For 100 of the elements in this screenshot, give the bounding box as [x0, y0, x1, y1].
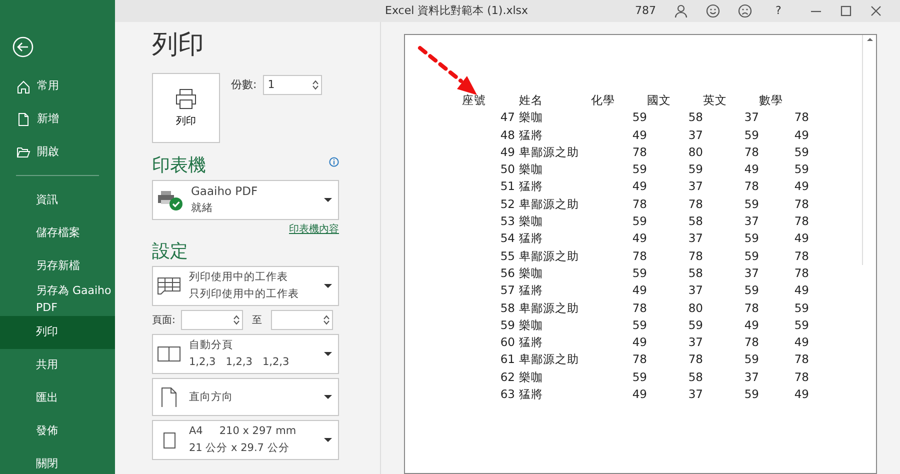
table-cell-text: 37: [687, 282, 703, 300]
setting-dropdown[interactable]: 自動分頁 1,2,3 1,2,3 1,2,3: [152, 334, 339, 374]
caret-icon: [324, 438, 332, 442]
spin-down-icon[interactable]: [233, 320, 240, 326]
table-cell: 49: [462, 144, 519, 162]
spin-down-icon[interactable]: [322, 320, 330, 326]
collate-icon: [157, 344, 181, 364]
printer-icon: [174, 88, 198, 110]
close-icon[interactable]: [870, 5, 882, 17]
sidebar-item[interactable]: 常用: [0, 70, 115, 103]
table-cell-text: 78: [793, 248, 809, 265]
sidebar-label: 新增: [37, 111, 59, 128]
table-cell-text: 37: [687, 334, 703, 352]
table-cell-text: 59: [793, 300, 809, 317]
sidebar-label: 開啟: [37, 144, 59, 160]
table-cell: 48: [462, 126, 519, 144]
table-cell-text: 59: [631, 161, 647, 178]
smile-icon[interactable]: [706, 4, 720, 18]
help-button[interactable]: ?: [776, 2, 782, 20]
window-title: Excel 資料比對範本 (1).xlsx: [385, 2, 530, 19]
table-cell-text: 49: [793, 178, 809, 196]
table-cell-text: 78: [743, 144, 759, 161]
table-cell-text: 37: [743, 213, 759, 230]
table-cell: 57: [462, 282, 519, 300]
copies-field[interactable]: 1: [262, 75, 322, 96]
sidebar-item[interactable]: 新增: [0, 103, 115, 136]
table-cell: 55: [462, 248, 519, 265]
table-cell-text: 59: [743, 386, 759, 404]
account-icon[interactable]: [674, 4, 688, 18]
table-cell-text: 59: [687, 161, 703, 178]
setting-dropdown[interactable]: 列印使用中的工作表 只列印使用中的工作表: [152, 266, 339, 306]
table-cell-text: 樂咖: [519, 161, 544, 178]
table-cell-text: 37: [687, 178, 703, 196]
sidebar-item[interactable]: 另存為 Gaaiho PDF: [0, 283, 115, 316]
table-cell-text: 49: [631, 230, 647, 248]
table-cell: 54: [462, 230, 519, 248]
printer-properties-link[interactable]: 印表機內容: [289, 222, 339, 238]
table-cell-text: 樂咖: [519, 109, 544, 126]
table-cell-text: 49: [631, 282, 647, 300]
table-cell: 56: [462, 264, 519, 282]
setting-dropdown[interactable]: A4 210 x 297 mm 21 公分 x 29.7 公分: [152, 420, 339, 460]
page-field[interactable]: [270, 310, 333, 330]
table-cell-text: 49: [793, 126, 809, 144]
table-cell-text: 58: [687, 213, 703, 230]
table-cell-text: 卑鄙源之助: [519, 196, 580, 213]
print-button[interactable]: 列印: [152, 73, 220, 144]
spin-up-icon[interactable]: [233, 315, 240, 320]
info-icon[interactable]: [329, 157, 339, 168]
printer-status-icon: [157, 189, 183, 212]
caret-icon: [324, 198, 332, 202]
table-cell-text: 78: [743, 178, 759, 196]
table-cell-text: 49: [631, 126, 647, 144]
spin-down-icon[interactable]: [312, 85, 319, 90]
spin-up-icon[interactable]: [322, 315, 330, 320]
setting-dropdown[interactable]: 直向方向: [152, 378, 339, 416]
table-cell: 52: [462, 196, 519, 214]
table-cell-text: 37: [687, 386, 703, 404]
table-cell-text: 59: [743, 248, 759, 265]
setting-subtext: 21 公分 x 29.7 公分: [189, 441, 290, 456]
printer-dropdown[interactable]: Gaaiho PDF 就緒: [152, 180, 339, 220]
table-cell-text: 80: [687, 144, 703, 161]
spin-up-icon[interactable]: [312, 80, 319, 86]
sidebar-label: 常用: [37, 78, 59, 94]
setting-text: 直向方向: [189, 390, 234, 405]
table-cell: 61: [462, 351, 519, 369]
scroll-up-icon[interactable]: [866, 35, 874, 43]
table-cell-text: 樂咖: [519, 316, 544, 334]
sidebar-item[interactable]: 開啟: [0, 136, 115, 169]
table-cell: 58: [462, 300, 519, 317]
section-heading: 設定: [152, 243, 189, 262]
table-cell-text: 59: [631, 109, 647, 126]
table-cell-text: 78: [631, 351, 647, 368]
sidebar-item[interactable]: 儲存檔案: [0, 217, 115, 250]
table-cell-text: 59: [631, 213, 647, 230]
table-cell-text: 78: [743, 300, 759, 317]
home-icon: [16, 79, 31, 94]
page-field[interactable]: [181, 310, 244, 330]
table-cell-text: 58: [687, 368, 703, 386]
column-header: 化學: [591, 92, 616, 109]
table-cell-text: 78: [631, 144, 647, 161]
column-header: 座號: [462, 92, 519, 110]
sidebar-item[interactable]: 列印: [0, 316, 115, 349]
sidebar-item[interactable]: 發佈: [0, 415, 115, 448]
sidebar-item[interactable]: 匯出: [0, 382, 115, 415]
table-cell-text: 猛將: [519, 178, 544, 196]
sidebar-item[interactable]: 共用: [0, 349, 115, 382]
maximize-icon[interactable]: [840, 5, 852, 17]
frown-icon[interactable]: [738, 4, 752, 18]
section-heading: 印表機: [152, 157, 206, 176]
sidebar-item[interactable]: 關閉: [0, 448, 115, 474]
table-cell-text: 卑鄙源之助: [519, 144, 580, 161]
back-icon[interactable]: [12, 36, 34, 58]
table-cell-text: 37: [743, 368, 759, 386]
table-cell-text: 59: [631, 264, 647, 282]
setting-subtext: 只列印使用中的工作表: [189, 287, 300, 302]
sidebar-item[interactable]: 另存新檔: [0, 250, 115, 283]
table-cell-text: 58: [687, 264, 703, 282]
open-icon: [16, 145, 31, 160]
caret-icon: [324, 395, 332, 400]
sidebar-item[interactable]: 資訊: [0, 184, 115, 217]
